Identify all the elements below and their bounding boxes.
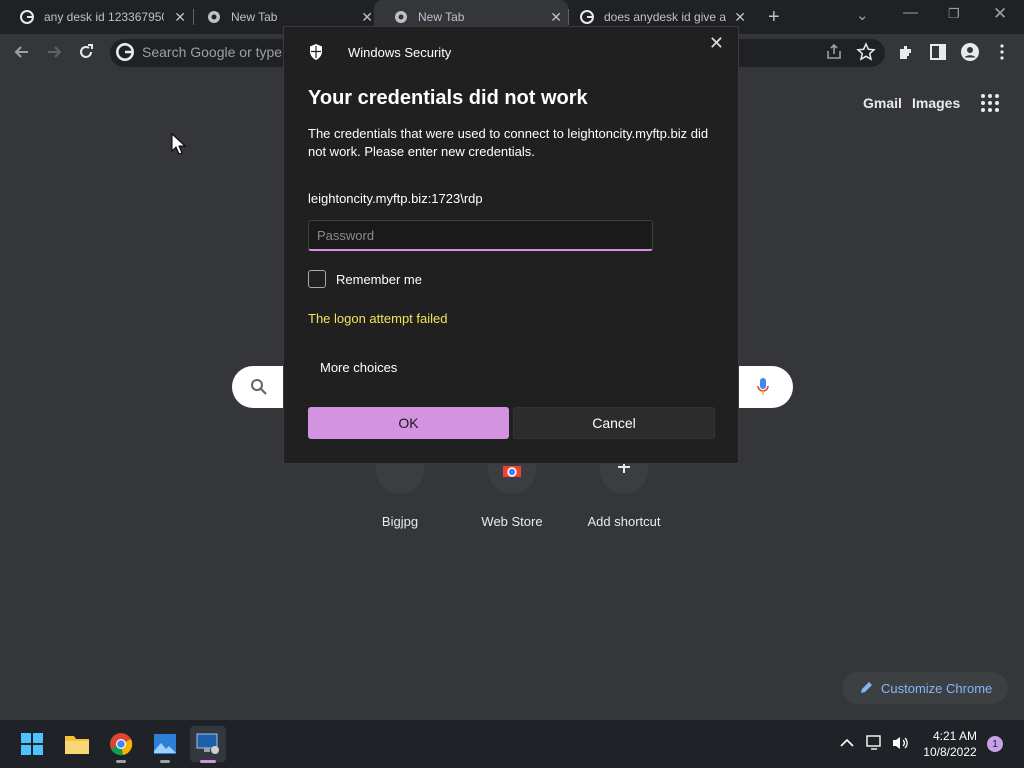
shortcut-label: Add shortcut bbox=[587, 514, 661, 529]
tab-anydesk-search[interactable]: any desk id 123367950 ✕ bbox=[0, 0, 192, 34]
close-icon[interactable]: ✕ bbox=[709, 33, 724, 54]
mouse-cursor-icon bbox=[171, 133, 187, 155]
password-field[interactable] bbox=[308, 220, 653, 251]
customize-label: Customize Chrome bbox=[881, 680, 993, 696]
google-icon bbox=[20, 10, 34, 24]
dialog-window-title: Windows Security bbox=[348, 45, 452, 60]
apps-grid-icon[interactable] bbox=[980, 93, 1000, 113]
chevron-up-icon[interactable] bbox=[840, 737, 854, 749]
dialog-titlebar: Windows Security ✕ bbox=[284, 27, 738, 77]
microphone-icon[interactable] bbox=[756, 377, 770, 397]
dialog-heading: Your credentials did not work bbox=[308, 87, 588, 109]
app-running-indicator bbox=[116, 760, 126, 763]
google-icon bbox=[116, 43, 134, 61]
tab-title: does anydesk id give a bbox=[604, 10, 726, 24]
menu-icon[interactable] bbox=[992, 42, 1012, 62]
close-icon[interactable]: ✕ bbox=[734, 9, 746, 26]
tab-title: New Tab bbox=[231, 10, 278, 24]
pencil-icon bbox=[861, 682, 872, 693]
back-icon[interactable] bbox=[12, 42, 32, 62]
omnibox-placeholder: Search Google or type bbox=[142, 44, 283, 60]
username-label: leightoncity.myftp.biz:1723\rdp bbox=[308, 191, 483, 206]
profile-icon[interactable] bbox=[960, 42, 980, 62]
share-icon[interactable] bbox=[824, 42, 844, 62]
remember-me-checkbox[interactable] bbox=[308, 270, 326, 288]
notification-badge[interactable]: 1 bbox=[987, 736, 1003, 752]
close-icon[interactable]: ✕ bbox=[361, 9, 373, 26]
chrome-icon[interactable] bbox=[103, 726, 139, 762]
window-close-button[interactable]: ✕ bbox=[993, 4, 1007, 24]
new-tab-button[interactable]: + bbox=[768, 6, 780, 29]
error-message: The logon attempt failed bbox=[308, 311, 448, 326]
bookmark-star-icon[interactable] bbox=[856, 42, 876, 62]
gmail-link[interactable]: Gmail bbox=[863, 95, 902, 111]
shortcut-label: Bigjpg bbox=[381, 514, 419, 529]
tab-title: any desk id 123367950 bbox=[44, 10, 164, 24]
network-icon[interactable] bbox=[866, 735, 884, 751]
more-choices-link[interactable]: More choices bbox=[320, 360, 397, 375]
chevron-down-icon[interactable]: ⌄ bbox=[856, 6, 869, 24]
app-active-indicator bbox=[200, 760, 216, 763]
side-panel-icon[interactable] bbox=[928, 42, 948, 62]
images-link[interactable]: Images bbox=[912, 95, 960, 111]
photos-icon[interactable] bbox=[147, 726, 183, 762]
shortcut-label: Web Store bbox=[481, 514, 543, 529]
volume-icon[interactable] bbox=[891, 735, 909, 751]
remote-desktop-icon[interactable] bbox=[190, 726, 226, 762]
close-icon[interactable]: ✕ bbox=[174, 9, 186, 26]
file-explorer-icon[interactable] bbox=[59, 726, 95, 762]
search-icon bbox=[251, 379, 267, 395]
remember-me-label[interactable]: Remember me bbox=[336, 272, 422, 287]
chrome-icon bbox=[208, 11, 220, 23]
app-running-indicator bbox=[160, 760, 170, 763]
clock-date[interactable]: 10/8/2022 bbox=[920, 745, 980, 759]
clock-time[interactable]: 4:21 AM bbox=[920, 729, 990, 743]
extensions-icon[interactable] bbox=[896, 42, 916, 62]
cancel-button[interactable]: Cancel bbox=[513, 407, 715, 439]
tab-title: New Tab bbox=[418, 10, 465, 24]
restore-button[interactable]: ❐ bbox=[948, 6, 960, 22]
customize-chrome-button[interactable]: Customize Chrome bbox=[842, 672, 1008, 704]
reload-icon[interactable] bbox=[76, 42, 96, 62]
forward-icon[interactable] bbox=[44, 42, 64, 62]
shield-icon bbox=[310, 44, 322, 60]
google-icon bbox=[580, 10, 594, 24]
minimize-button[interactable]: — bbox=[903, 4, 918, 21]
dialog-message: The credentials that were used to connec… bbox=[308, 126, 709, 159]
windows-security-dialog: Windows Security ✕ Your credentials did … bbox=[283, 26, 739, 464]
windows-start-icon[interactable] bbox=[14, 726, 50, 762]
ok-button[interactable]: OK bbox=[308, 407, 509, 439]
chrome-icon bbox=[395, 11, 407, 23]
